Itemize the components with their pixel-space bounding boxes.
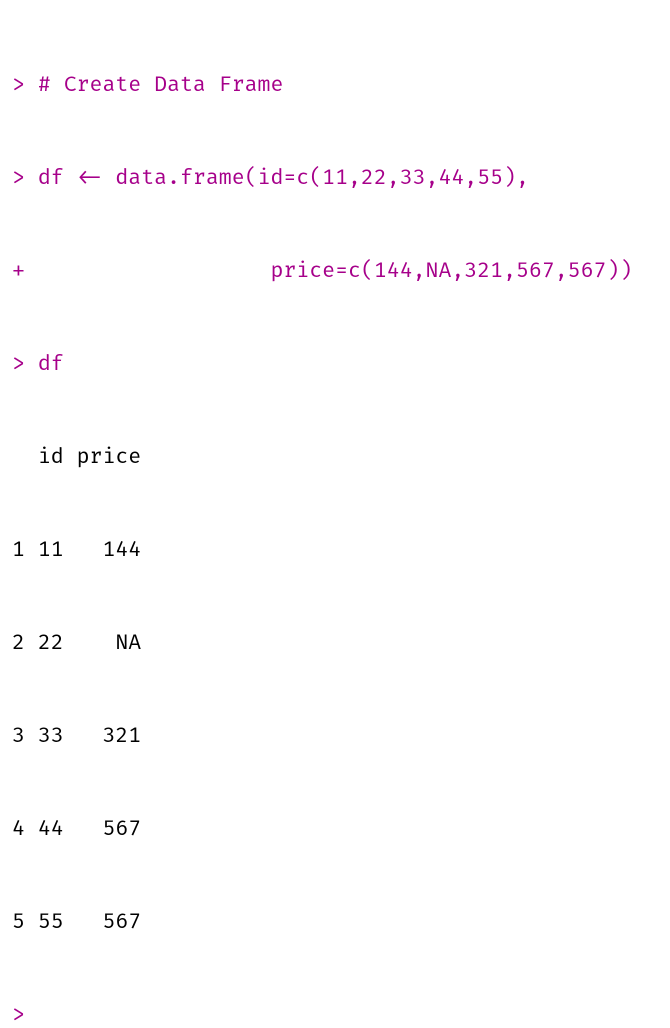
console-output: 4 44 567 — [12, 814, 658, 845]
console-line: > # Create Data Frame — [12, 70, 658, 101]
console-output: id price — [12, 442, 658, 473]
r-console[interactable]: > # Create Data Frame > df <- data.frame… — [0, 0, 670, 514]
console-line: > — [12, 1000, 658, 1028]
console-line: > df — [12, 349, 658, 380]
console-output: 3 33 321 — [12, 721, 658, 752]
console-output: 5 55 567 — [12, 907, 658, 938]
console-output: 1 11 144 — [12, 535, 658, 566]
console-line: + price=c(144,NA,321,567,567)) — [12, 256, 658, 287]
console-line: > df <- data.frame(id=c(11,22,33,44,55), — [12, 163, 658, 194]
console-output: 2 22 NA — [12, 628, 658, 659]
